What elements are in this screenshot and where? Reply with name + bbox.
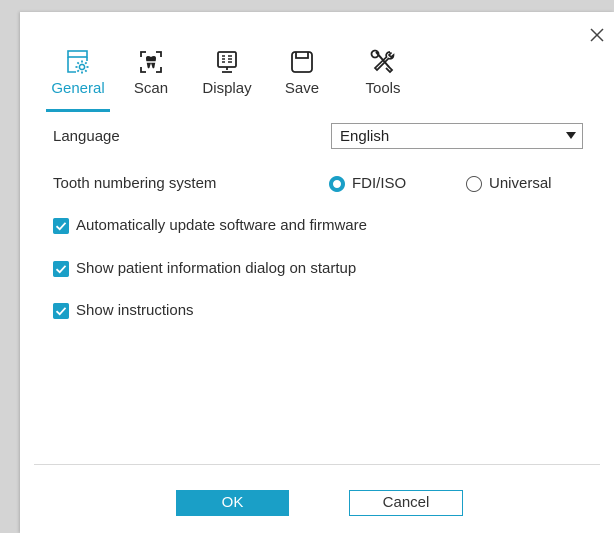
settings-dialog: General Scan Display Save Tools Language… [20,12,614,533]
check-icon [55,307,67,316]
tab-save-label: Save [284,80,320,97]
tab-display[interactable]: Display [190,48,264,112]
floppy-disk-icon [291,51,313,73]
check-icon [55,265,67,274]
tools-icon [370,49,395,74]
checkbox-auto-update-label: Automatically update software and firmwa… [76,217,367,234]
language-select[interactable]: English [331,123,583,149]
radio-fdi-iso-label: FDI/ISO [352,175,407,192]
close-icon [590,28,604,42]
tab-save[interactable]: Save [274,48,330,112]
checkbox-checked[interactable] [53,261,69,277]
language-label: Language [53,128,120,145]
tab-tools-label: Tools [365,80,401,97]
tab-scan-label: Scan [133,80,169,97]
tooth-scan-icon [140,51,162,73]
tooth-numbering-label: Tooth numbering system [53,175,217,192]
checkbox-checked[interactable] [53,303,69,319]
gear-window-icon [67,50,89,74]
ok-button[interactable]: OK [176,490,289,516]
close-button[interactable] [586,24,608,46]
checkbox-patient-info-dialog-label: Show patient information dialog on start… [76,260,357,277]
check-icon [55,222,67,231]
tab-display-label: Display [202,80,252,97]
language-select-value: English [340,128,390,145]
tab-general[interactable]: General [46,48,110,112]
footer-divider [34,464,600,465]
monitor-icon [217,51,237,73]
tab-scan[interactable]: Scan [124,48,178,112]
radio-unselected-indicator [466,176,482,192]
radio-selected-indicator [329,176,345,192]
chevron-down-icon [566,132,576,139]
cancel-button[interactable]: Cancel [349,490,463,516]
tab-tools[interactable]: Tools [348,48,418,112]
checkbox-checked[interactable] [53,218,69,234]
checkbox-show-instructions-label: Show instructions [76,302,194,319]
radio-universal-label: Universal [489,175,552,192]
tab-general-label: General [51,80,105,97]
